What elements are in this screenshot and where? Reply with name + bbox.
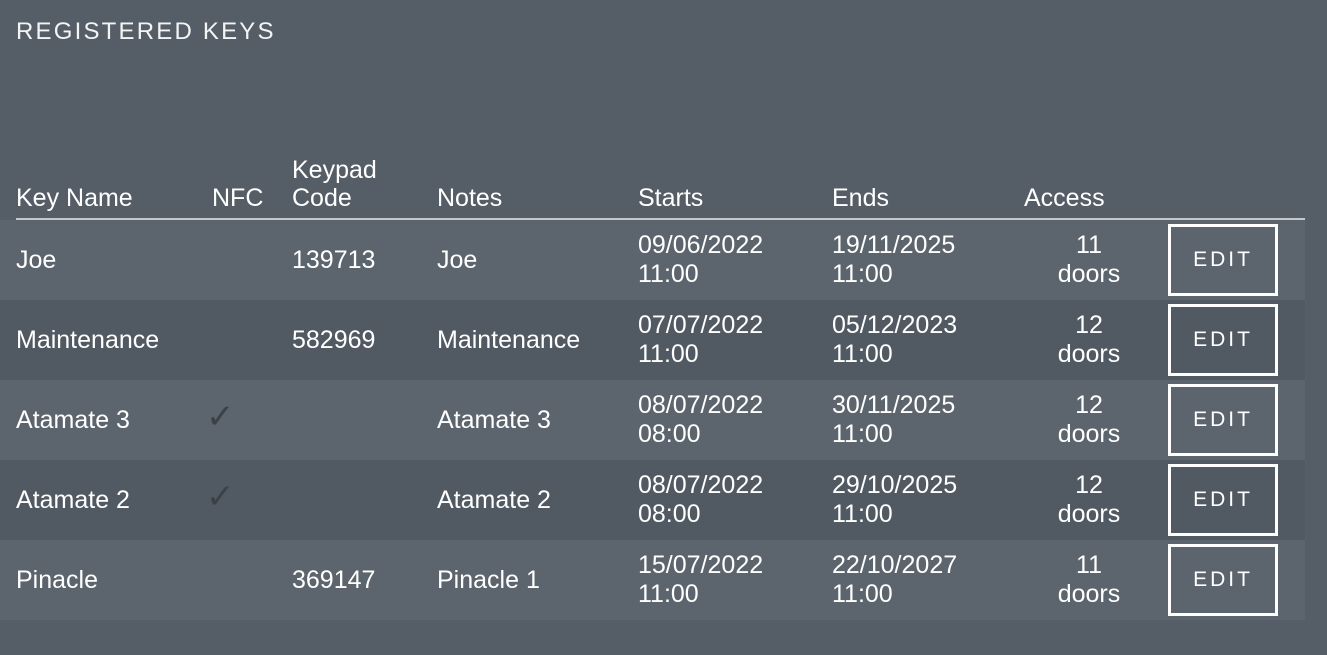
cell-access: 12 doors xyxy=(1024,460,1154,540)
notes-text: Atamate 2 xyxy=(437,485,551,514)
column-header-ends: Ends xyxy=(832,184,889,212)
page-title: REGISTERED KEYS xyxy=(16,18,276,45)
starts-text: 08/07/2022 08:00 xyxy=(638,390,764,449)
nfc-check-icon: ✓ xyxy=(206,397,235,437)
cell-notes: Atamate 3 xyxy=(437,380,632,460)
ends-text: 19/11/2025 11:00 xyxy=(832,230,956,289)
key-name-text: Atamate 2 xyxy=(16,485,130,514)
edit-button[interactable]: EDIT xyxy=(1168,304,1278,376)
cell-ends: 29/10/2025 11:00 xyxy=(832,460,1022,540)
column-header-access: Access xyxy=(1024,184,1105,212)
notes-text: Maintenance xyxy=(437,325,581,354)
notes-text: Pinacle 1 xyxy=(437,565,540,594)
cell-key-name: Maintenance xyxy=(16,300,206,380)
access-text: 12 doors xyxy=(1057,310,1121,369)
table-row: Joe 139713 Joe 09/06/2022 11:00 19/11/20… xyxy=(0,220,1305,300)
cell-nfc: ✓ xyxy=(206,460,286,540)
cell-starts: 08/07/2022 08:00 xyxy=(638,380,828,460)
cell-ends: 22/10/2027 11:00 xyxy=(832,540,1022,620)
access-text: 11 doors xyxy=(1057,550,1121,609)
edit-button[interactable]: EDIT xyxy=(1168,384,1278,456)
cell-starts: 07/07/2022 11:00 xyxy=(638,300,828,380)
cell-access: 12 doors xyxy=(1024,300,1154,380)
table-row: Maintenance 582969 Maintenance 07/07/202… xyxy=(0,300,1305,380)
keypad-code-text: 139713 xyxy=(292,245,376,274)
edit-button[interactable]: EDIT xyxy=(1168,464,1278,536)
starts-text: 15/07/2022 11:00 xyxy=(638,550,764,609)
column-header-keypad-code: Keypad Code xyxy=(292,156,377,212)
key-name-text: Pinacle xyxy=(16,565,98,594)
ends-text: 29/10/2025 11:00 xyxy=(832,470,958,529)
column-header-starts: Starts xyxy=(638,184,704,212)
table-body: Joe 139713 Joe 09/06/2022 11:00 19/11/20… xyxy=(0,220,1327,620)
cell-notes: Pinacle 1 xyxy=(437,540,632,620)
cell-key-name: Pinacle xyxy=(16,540,206,620)
cell-keypad-code xyxy=(292,460,432,540)
cell-ends: 19/11/2025 11:00 xyxy=(832,220,1022,300)
ends-text: 22/10/2027 11:00 xyxy=(832,550,958,609)
nfc-check-icon: ✓ xyxy=(206,477,235,517)
notes-text: Joe xyxy=(437,245,478,274)
cell-key-name: Atamate 3 xyxy=(16,380,206,460)
cell-notes: Joe xyxy=(437,220,632,300)
cell-key-name: Joe xyxy=(16,220,206,300)
access-text: 12 doors xyxy=(1057,390,1121,449)
notes-text: Atamate 3 xyxy=(437,405,551,434)
ends-text: 05/12/2023 11:00 xyxy=(832,310,958,369)
cell-ends: 30/11/2025 11:00 xyxy=(832,380,1022,460)
column-header-key-name: Key Name xyxy=(16,184,133,212)
access-text: 12 doors xyxy=(1057,470,1121,529)
cell-nfc xyxy=(206,300,286,380)
cell-keypad-code xyxy=(292,380,432,460)
cell-keypad-code: 139713 xyxy=(292,220,432,300)
cell-keypad-code: 369147 xyxy=(292,540,432,620)
cell-notes: Atamate 2 xyxy=(437,460,632,540)
edit-button[interactable]: EDIT xyxy=(1168,224,1278,296)
keypad-code-text: 369147 xyxy=(292,565,376,594)
cell-ends: 05/12/2023 11:00 xyxy=(832,300,1022,380)
table-row: Atamate 2 ✓ Atamate 2 08/07/2022 08:00 2… xyxy=(0,460,1305,540)
key-name-text: Maintenance xyxy=(16,325,160,354)
starts-text: 07/07/2022 11:00 xyxy=(638,310,764,369)
starts-text: 08/07/2022 08:00 xyxy=(638,470,764,529)
registered-keys-table: Key Name NFC Keypad Code Notes Starts En… xyxy=(0,108,1327,620)
column-header-notes: Notes xyxy=(437,184,503,212)
cell-access: 12 doors xyxy=(1024,380,1154,460)
access-text: 11 doors xyxy=(1057,230,1121,289)
cell-notes: Maintenance xyxy=(437,300,632,380)
key-name-text: Joe xyxy=(16,245,57,274)
key-name-text: Atamate 3 xyxy=(16,405,130,434)
table-row: Pinacle 369147 Pinacle 1 15/07/2022 11:0… xyxy=(0,540,1305,620)
starts-text: 09/06/2022 11:00 xyxy=(638,230,764,289)
cell-nfc xyxy=(206,220,286,300)
cell-access: 11 doors xyxy=(1024,220,1154,300)
table-row: Atamate 3 ✓ Atamate 3 08/07/2022 08:00 3… xyxy=(0,380,1305,460)
cell-starts: 08/07/2022 08:00 xyxy=(638,460,828,540)
cell-starts: 15/07/2022 11:00 xyxy=(638,540,828,620)
cell-keypad-code: 582969 xyxy=(292,300,432,380)
cell-nfc: ✓ xyxy=(206,380,286,460)
edit-button[interactable]: EDIT xyxy=(1168,544,1278,616)
column-header-nfc: NFC xyxy=(212,184,264,212)
keypad-code-text: 582969 xyxy=(292,325,376,354)
cell-starts: 09/06/2022 11:00 xyxy=(638,220,828,300)
ends-text: 30/11/2025 11:00 xyxy=(832,390,956,449)
cell-nfc xyxy=(206,540,286,620)
table-header-row: Key Name NFC Keypad Code Notes Starts En… xyxy=(0,108,1327,222)
cell-key-name: Atamate 2 xyxy=(16,460,206,540)
cell-access: 11 doors xyxy=(1024,540,1154,620)
